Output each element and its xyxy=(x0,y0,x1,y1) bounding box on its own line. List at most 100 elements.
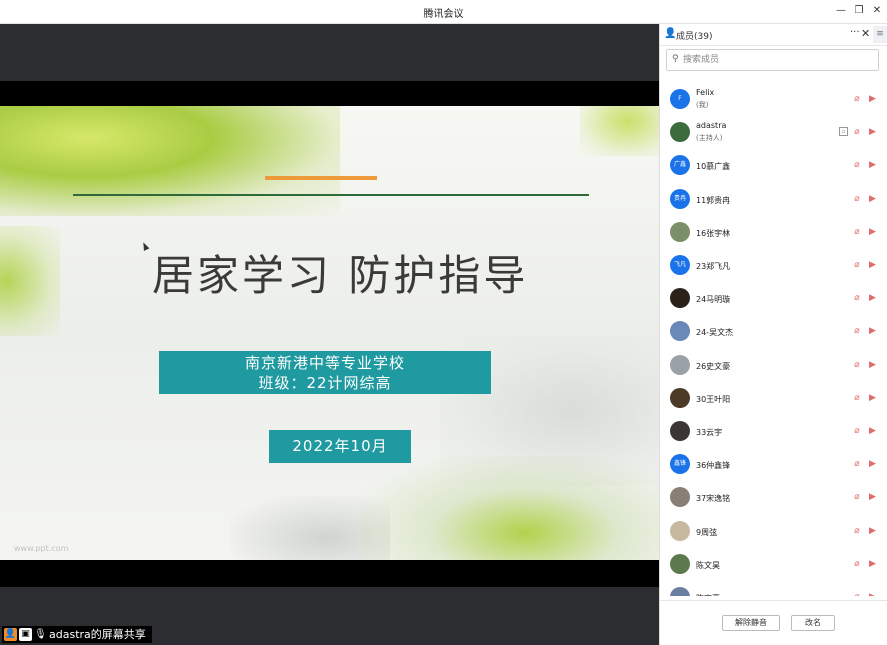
avatar xyxy=(670,421,690,441)
mouse-cursor-icon xyxy=(140,241,150,251)
camera-off-icon[interactable]: ▶ xyxy=(866,127,879,138)
letterbox-bottom xyxy=(0,560,659,587)
mic-off-icon[interactable]: ⌀ xyxy=(852,94,862,105)
mic-off-icon[interactable]: ⌀ xyxy=(852,326,862,337)
mic-off-icon[interactable]: ⌀ xyxy=(852,160,862,171)
camera-off-icon[interactable]: ▶ xyxy=(866,160,879,171)
member-row[interactable]: 陈文昊 ⌀ ▶ xyxy=(660,551,887,581)
camera-off-icon[interactable]: ▶ xyxy=(866,194,879,205)
member-name: Felix xyxy=(696,88,715,97)
camera-off-icon[interactable]: ▶ xyxy=(866,526,879,537)
camera-off-icon[interactable]: ▶ xyxy=(866,227,879,238)
camera-off-icon[interactable]: ▶ xyxy=(866,260,879,271)
close-window-button[interactable]: ✕ xyxy=(870,4,884,18)
close-panel-icon[interactable]: ✕ xyxy=(861,27,870,40)
member-row[interactable]: 24-吴文杰 ⌀ ▶ xyxy=(660,318,887,348)
member-name: 33云宇 xyxy=(696,428,723,437)
member-list: F Felix (我) ⌀ ▶ adastra (主持人) ▫ ⌀ ▶ 广鑫 10慕广鑫 ⌀ ▶ 贵冉 11郭… xyxy=(660,86,887,596)
avatar xyxy=(670,221,690,242)
avatar xyxy=(670,587,690,596)
camera-off-icon[interactable]: ▶ xyxy=(866,94,879,105)
more-options-icon[interactable]: ··· xyxy=(850,27,860,38)
member-row[interactable]: adastra (主持人) ▫ ⌀ ▶ xyxy=(660,119,887,149)
member-row[interactable]: 33云宇 ⌀ ▶ xyxy=(660,418,887,448)
avatar: 飞凡 xyxy=(670,255,690,275)
camera-off-icon[interactable]: ▶ xyxy=(866,293,879,304)
member-name: 16张宇林 xyxy=(696,228,731,238)
screen-share-icon: ▫ xyxy=(839,127,848,137)
leaf-decoration xyxy=(0,106,340,216)
member-name: 24马明璇 xyxy=(696,295,731,305)
avatar: 鑫锋 xyxy=(670,454,690,475)
member-row[interactable]: 贵冉 11郭贵冉 ⌀ ▶ xyxy=(660,186,887,216)
member-name: 26史文豪 xyxy=(696,361,731,371)
mic-off-icon[interactable]: ⌀ xyxy=(852,127,862,138)
restore-button[interactable]: ❐ xyxy=(852,4,866,18)
mic-off-icon[interactable]: ⌀ xyxy=(852,426,862,437)
avatar xyxy=(670,520,690,541)
members-panel: 👤 成员(39) ··· ✕ ≡ ⚲ F Felix (我) ⌀ ▶ adastra (主持… xyxy=(659,24,887,645)
avatar xyxy=(670,122,690,143)
member-row[interactable]: 陈宇豪 ⌀ ▶ xyxy=(660,584,887,596)
member-role: (主持人) xyxy=(696,134,723,143)
school-name: 南京新港中等专业学校 xyxy=(244,354,405,372)
avatar: F xyxy=(670,89,690,109)
member-row[interactable]: 24马明璇 ⌀ ▶ xyxy=(660,285,887,315)
mic-off-icon[interactable]: ⌀ xyxy=(852,194,862,205)
camera-off-icon[interactable]: ▶ xyxy=(866,459,879,470)
panel-menu-icon[interactable]: ≡ xyxy=(873,26,887,43)
member-name: 36仲鑫锋 xyxy=(696,461,731,471)
camera-off-icon[interactable]: ▶ xyxy=(866,393,879,404)
member-search-box[interactable]: ⚲ xyxy=(666,49,879,71)
screen-share-label: 👤 ▣ 🎙 adastra的屏幕共享 xyxy=(2,626,152,643)
avatar xyxy=(670,288,690,309)
avatar xyxy=(670,354,690,375)
mic-off-icon[interactable]: ⌀ xyxy=(852,559,862,570)
camera-off-icon[interactable]: ▶ xyxy=(866,592,879,596)
mic-off-icon[interactable]: ⌀ xyxy=(852,360,862,371)
search-icon: ⚲ xyxy=(672,54,679,64)
avatar: 贵冉 xyxy=(670,188,690,209)
member-row[interactable]: 26史文豪 ⌀ ▶ xyxy=(660,352,887,382)
mic-off-icon[interactable]: ⌀ xyxy=(852,393,862,404)
member-row[interactable]: 16张宇林 ⌀ ▶ xyxy=(660,219,887,249)
mic-off-icon[interactable]: ⌀ xyxy=(852,459,862,470)
avatar xyxy=(670,321,690,342)
member-row[interactable]: 30王叶阳 ⌀ ▶ xyxy=(660,385,887,415)
camera-off-icon[interactable]: ▶ xyxy=(866,559,879,570)
mic-off-icon[interactable]: ⌀ xyxy=(852,592,862,596)
camera-off-icon[interactable]: ▶ xyxy=(866,426,879,437)
minimize-button[interactable]: — xyxy=(834,4,848,18)
unmute-all-button[interactable]: 解除静音 xyxy=(722,615,780,631)
shared-screen-area[interactable]: 居家学习 防护指导 南京新港中等专业学校 班级：22计网综高 2022年10月 … xyxy=(0,24,659,645)
watermark: www.ppt.com xyxy=(14,544,69,553)
person-icon: 👤 xyxy=(4,628,17,641)
mic-off-icon[interactable]: ⌀ xyxy=(852,260,862,271)
mic-off-icon[interactable]: ⌀ xyxy=(852,492,862,503)
member-name: adastra xyxy=(696,121,727,131)
member-row[interactable]: 广鑫 10慕广鑫 ⌀ ▶ xyxy=(660,152,887,182)
camera-off-icon[interactable]: ▶ xyxy=(866,360,879,371)
mic-off-icon[interactable]: ⌀ xyxy=(852,227,862,238)
member-row[interactable]: 鑫锋 36仲鑫锋 ⌀ ▶ xyxy=(660,451,887,481)
mic-off-icon[interactable]: ⌀ xyxy=(852,293,862,304)
accent-line xyxy=(265,176,377,180)
member-row[interactable]: 飞凡 23郑飞凡 ⌀ ▶ xyxy=(660,252,887,282)
members-panel-header: 👤 成员(39) ··· ✕ ≡ xyxy=(660,24,887,46)
member-row[interactable]: 9周弦 ⌀ ▶ xyxy=(660,518,887,548)
member-search-input[interactable] xyxy=(683,52,873,68)
class-name: 班级：22计网综高 xyxy=(258,374,392,392)
avatar xyxy=(670,387,690,408)
camera-off-icon[interactable]: ▶ xyxy=(866,492,879,503)
school-box: 南京新港中等专业学校 班级：22计网综高 xyxy=(159,351,491,394)
date-box: 2022年10月 xyxy=(269,430,411,463)
mic-off-icon[interactable]: ⌀ xyxy=(852,526,862,537)
member-name: 陈宇豪 xyxy=(696,593,720,596)
letterbox-top xyxy=(0,81,659,106)
camera-off-icon[interactable]: ▶ xyxy=(866,326,879,337)
member-row[interactable]: F Felix (我) ⌀ ▶ xyxy=(660,86,887,116)
member-name: 陈文昊 xyxy=(696,560,720,570)
member-row[interactable]: 37宋逸铭 ⌀ ▶ xyxy=(660,484,887,514)
window-title: 腾讯会议 xyxy=(423,9,464,20)
rename-button[interactable]: 改名 xyxy=(791,615,835,631)
